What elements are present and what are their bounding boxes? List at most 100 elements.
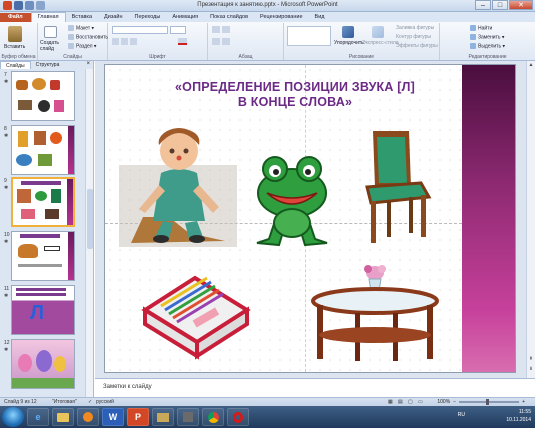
new-slide-button[interactable]: Создать слайд [40, 40, 64, 52]
taskbar-folder-icon[interactable] [152, 408, 174, 426]
quick-styles-icon[interactable] [372, 26, 384, 38]
taskbar-media-icon[interactable] [77, 408, 99, 426]
tab-animation[interactable]: Анимация [166, 13, 204, 22]
slide-thumbnail-7[interactable]: 7 ✱ [0, 70, 90, 123]
replace-button[interactable]: Заменить ▾ [470, 34, 504, 40]
scrollbar-thumb[interactable] [87, 189, 93, 249]
font-size-box[interactable] [170, 26, 186, 34]
select-label: Выделить ▾ [478, 43, 505, 50]
font-name-box[interactable] [112, 26, 168, 34]
slide-thumbnail-8[interactable]: 8 ✱ [0, 124, 90, 177]
align-left-icon[interactable] [212, 38, 220, 45]
scroll-up-icon[interactable]: ▲ [527, 61, 535, 69]
frog-picture[interactable] [247, 153, 337, 249]
bold-icon[interactable] [112, 38, 119, 45]
tab-file[interactable]: Файл [0, 13, 31, 22]
taskbar-chrome-icon[interactable] [202, 408, 224, 426]
notes-pane[interactable]: Заметки к слайду [95, 378, 535, 397]
notes-placeholder: Заметки к слайду [103, 384, 152, 390]
shape-outline-button[interactable]: Контур фигуры [396, 34, 431, 40]
slide-thumbnail-10[interactable]: 10 ✱ [0, 230, 90, 283]
sorter-view-icon[interactable]: ▤ [398, 399, 403, 405]
section-button[interactable]: Раздел ▾ [68, 43, 96, 49]
slideshow-view-icon[interactable]: ▭ [418, 399, 423, 405]
reset-button[interactable]: Восстановить [68, 34, 108, 40]
paragraph-group-label: Абзац [238, 54, 253, 60]
clock-time: 11:55 [518, 409, 531, 415]
replace-icon [470, 34, 476, 40]
start-button[interactable] [2, 407, 24, 427]
table-picture[interactable] [305, 253, 451, 365]
slide-thumbnail-12[interactable]: 12 ✱ [0, 338, 90, 391]
system-clock[interactable]: 11:55 10.11.2014 [506, 408, 531, 424]
slide-number: 8 [4, 126, 7, 132]
taskbar-explorer-icon[interactable] [52, 408, 74, 426]
shape-fill-button[interactable]: Заливка фигуры [396, 25, 434, 31]
paste-button[interactable]: Вставить [4, 44, 25, 50]
normal-view-icon[interactable]: ▦ [388, 399, 393, 405]
previous-slide-icon[interactable]: ⇞ [527, 355, 535, 363]
tab-insert[interactable]: Вставка [66, 13, 98, 22]
language-indicator[interactable]: RU [458, 412, 465, 418]
chair-picture[interactable] [357, 127, 441, 245]
tab-outline[interactable]: Структура [31, 61, 65, 69]
taskbar-word-icon[interactable]: W [102, 408, 124, 426]
taskbar-opera-icon[interactable] [227, 408, 249, 426]
zoom-slider[interactable] [459, 399, 520, 405]
arrange-button[interactable]: Упорядочить [334, 40, 364, 46]
pencil-case-picture[interactable] [135, 270, 253, 360]
tab-design[interactable]: Дизайн [98, 13, 129, 22]
slide-canvas[interactable]: «ОПРЕДЕЛЕНИЕ ПОЗИЦИИ ЗВУКА [Л] В КОНЦЕ С… [104, 64, 516, 373]
paste-icon[interactable] [8, 26, 22, 42]
new-slide-icon[interactable] [44, 26, 57, 38]
shapes-gallery[interactable] [287, 26, 331, 46]
slide-number: 11 [4, 286, 10, 292]
layout-button[interactable]: Макет ▾ [68, 25, 94, 31]
numbering-icon[interactable] [222, 26, 230, 33]
zoom-level[interactable]: 100% [437, 399, 450, 405]
underline-icon[interactable] [130, 38, 137, 45]
font-group-label: Шрифт [149, 54, 166, 60]
tab-slideshow[interactable]: Показ слайдов [204, 13, 254, 22]
slides-panel-scrollbar[interactable] [85, 69, 93, 397]
close-button[interactable]: ✕ [509, 0, 533, 10]
slide-thumbnail-9[interactable]: 9 ✱ [0, 176, 90, 229]
section-icon [68, 43, 74, 49]
next-slide-icon[interactable]: ⇟ [527, 365, 535, 373]
slide-thumbnail-11[interactable]: 11 ✱ Л [0, 284, 90, 337]
bullets-icon[interactable] [212, 26, 220, 33]
tab-home[interactable]: Главная [30, 12, 66, 22]
maximize-button[interactable]: □ [492, 0, 508, 10]
taskbar-powerpoint-icon[interactable]: P [127, 408, 149, 426]
minimize-button[interactable]: – [475, 0, 491, 10]
slide-scrollbar[interactable]: ▲ ⇞ ⇟ [526, 61, 535, 378]
thumbnail-image [11, 177, 75, 227]
slide-side-band [462, 65, 515, 372]
select-button[interactable]: Выделить ▾ [470, 43, 505, 49]
slide-title[interactable]: «ОПРЕДЕЛЕНИЕ ПОЗИЦИИ ЗВУКА [Л] В КОНЦЕ С… [125, 80, 465, 110]
thumbnail-image [11, 339, 75, 389]
zoom-in-icon[interactable]: + [522, 399, 525, 405]
doll-picture[interactable] [119, 125, 237, 247]
tab-transitions[interactable]: Переходы [129, 13, 167, 22]
status-language[interactable]: русский [96, 399, 114, 405]
status-bar: Слайд 9 из 12 "Итоговая" ✓ русский ▦ ▤ ▢… [0, 397, 535, 406]
arrange-icon[interactable] [342, 26, 354, 38]
font-color-icon[interactable] [178, 38, 187, 45]
tab-view[interactable]: Вид [309, 13, 331, 22]
tab-review[interactable]: Рецензирование [254, 13, 308, 22]
zoom-slider-knob[interactable] [486, 399, 490, 405]
zoom-out-icon[interactable]: − [453, 399, 456, 405]
find-button[interactable]: Найти [470, 25, 492, 31]
reading-view-icon[interactable]: ▢ [408, 399, 413, 405]
tab-slides[interactable]: Слайды [0, 61, 31, 69]
drawing-group: Упорядочить Экспресс-стили Заливка фигур… [284, 23, 440, 60]
italic-icon[interactable] [121, 38, 128, 45]
align-center-icon[interactable] [222, 38, 230, 45]
taskbar-ie-icon[interactable]: e [27, 408, 49, 426]
panel-close-button[interactable]: × [86, 61, 90, 67]
taskbar-app-icon[interactable] [177, 408, 199, 426]
shape-effects-button[interactable]: Эффекты фигуры [396, 43, 438, 49]
quick-styles-button[interactable]: Экспресс-стили [362, 40, 399, 46]
spellcheck-icon[interactable]: ✓ [88, 399, 92, 405]
